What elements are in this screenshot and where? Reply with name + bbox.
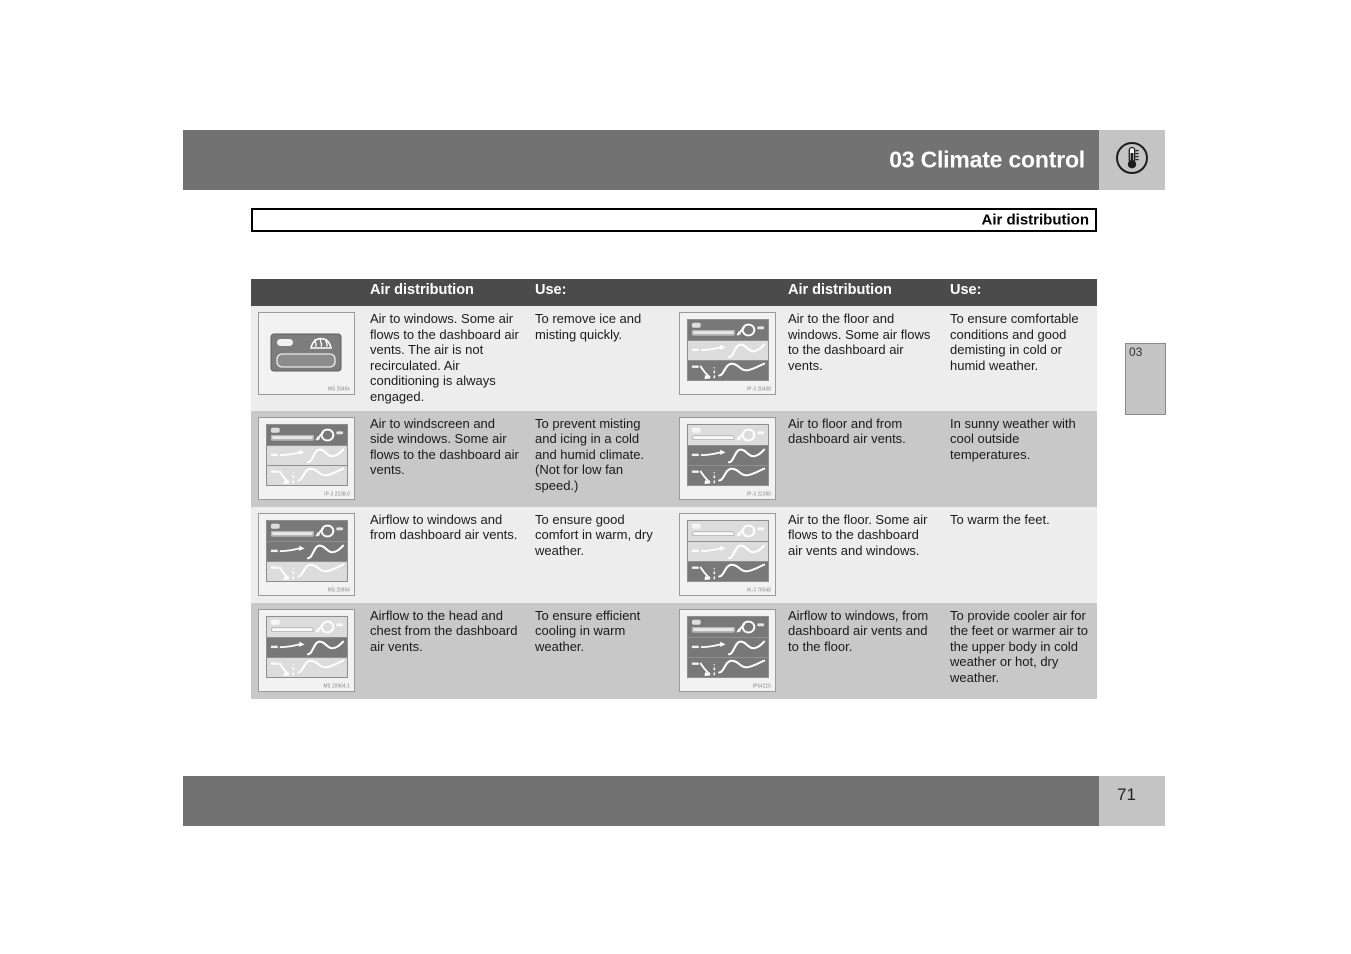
page-number-tab: 71 [1099,776,1165,826]
cell-image-right: IK-3 76548 [672,506,782,603]
panel-windscreen [687,519,769,542]
panel-windscreen [687,615,769,638]
cell-use-right: To provide cooler air for the feet or wa… [944,602,1097,699]
image-code: IP-3 22380 [746,490,771,497]
page-footer-band [183,776,1099,826]
header-distribution-right: Air distribution [782,279,944,306]
climate-panel-graphic: IP54215 [679,608,776,692]
image-code: MS 20904-1 [323,682,350,689]
panel-floor [266,656,348,678]
cell-image-right: IP-3 22380 [672,410,782,507]
cell-image-right: IP54215 [672,602,782,699]
cell-use-right: To warm the feet. [944,506,1097,603]
cell-distribution-left: Airflow to windows and from dashboard ai… [364,506,529,603]
header-distribution-left: Air distribution [364,279,529,306]
cell-use-right: In sunny weather with cool outside tempe… [944,410,1097,507]
cell-distribution-right: Air to floor and from dashboard air vent… [782,410,944,507]
cell-use-left: To ensure good comfort in warm, dry weat… [529,506,672,603]
header-use-right: Use: [944,279,1097,306]
cell-image-left: IP-3 2238-0 [251,410,364,507]
chapter-number: 03 [1129,345,1143,359]
panel-dashboard-vents [266,636,348,658]
panel-floor [687,656,769,678]
image-code: IP-3 20408 [746,385,771,393]
table-row: MS 20904-1 Airflow to the head and chest … [251,602,1097,699]
panel-dashboard-vents [266,444,348,466]
section-title-bar: Air distribution [251,208,1097,232]
image-code: IP54215 [752,682,771,689]
climate-panel-graphic: MS 2049x [258,312,355,395]
image-code: IK-3 76548 [746,586,771,593]
chapter-side-tab: 03 [1125,343,1166,415]
header-image-right [672,279,782,306]
cell-distribution-right: Airflow to windows, from dashboard air v… [782,602,944,699]
panel-windscreen [266,615,348,638]
cell-distribution-right: Air to the floor. Some air flows to the … [782,506,944,603]
cell-use-left: To ensure efficient cooling in warm weat… [529,602,672,699]
climate-panel-graphic: IP-3 2238-0 [258,416,355,500]
climate-panel-graphic: MS 20904 [258,512,355,596]
header-image-left [251,279,364,306]
panel-windscreen [266,423,348,446]
panel-floor [266,560,348,582]
cell-image-right: IP-3 20408 [672,306,782,411]
table-row: MS 20904 Airflow to windows and from dash… [251,506,1097,603]
image-code: IP-3 2238-0 [324,490,350,497]
cell-image-left: MS 20904-1 [251,602,364,699]
climate-panel-graphic: IP-3 22380 [679,416,776,500]
thermometer-icon [1115,141,1149,180]
cell-use-left: To remove ice and misting quickly. [529,306,672,411]
panel-floor [266,464,348,486]
panel-floor [687,360,769,381]
cell-distribution-left: Airflow to the head and chest from the d… [364,602,529,699]
section-title: Air distribution [981,211,1090,229]
climate-panel-graphic: MS 20904-1 [258,608,355,692]
panel-dashboard-vents [687,444,769,466]
cell-image-left: MS 2049x [251,306,364,411]
climate-panel-graphic: IK-3 76548 [679,512,776,596]
header-use-left: Use: [529,279,672,306]
table-row: IP-3 2238-0 Air to windscreen and side wi… [251,410,1097,507]
panel-floor [687,560,769,582]
cell-use-left: To prevent misting and icing in a cold a… [529,410,672,507]
table-header-row: Air distribution Use: Air distribution U… [251,279,1097,306]
panel-windscreen [266,519,348,542]
cell-use-right: To ensure comfortable conditions and goo… [944,306,1097,411]
cell-distribution-left: Air to windscreen and side windows. Some… [364,410,529,507]
page-number: 71 [1117,785,1136,804]
cell-distribution-right: Air to the floor and windows. Some air f… [782,306,944,411]
cell-image-left: MS 20904 [251,506,364,603]
chapter-icon-tab [1099,130,1165,190]
panel-dashboard-vents [687,340,769,361]
cell-distribution-left: Air to windows. Some air flows to the da… [364,306,529,411]
page-header-band: 03 Climate control [183,130,1099,190]
panel-windscreen [687,319,769,341]
panel-floor [687,464,769,486]
air-distribution-table: Air distribution Use: Air distribution U… [251,279,1097,699]
panel-dashboard-vents [687,636,769,658]
image-code: MS 2049x [328,385,350,393]
panel-dashboard-vents [266,540,348,562]
climate-panel-graphic: IP-3 20408 [679,312,776,395]
panel-dashboard-vents [687,540,769,562]
page-title: 03 Climate control [889,146,1085,173]
table-row: MS 2049x Air to windows. Some air flows t… [251,306,1097,411]
panel-windscreen [687,423,769,446]
image-code: MS 20904 [327,586,350,593]
